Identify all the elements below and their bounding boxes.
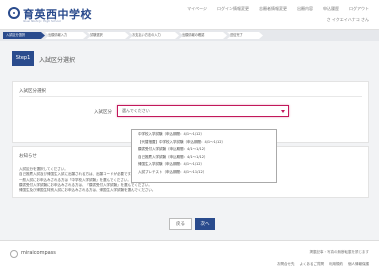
step-title-bar: Step1 入試区分選択: [12, 51, 350, 66]
chevron-down-icon: [281, 110, 285, 113]
nav-mypage[interactable]: マイページ: [187, 6, 207, 12]
divider: [19, 96, 362, 97]
notice-line: 帰国生及び帰国生特別入試にお申込みされる方は、帰国生入学試験を選んでください。: [19, 188, 156, 193]
dropdown-option[interactable]: 【代替措置】中学校入学試験（申込期間：4/1〜1/12）: [132, 139, 276, 147]
footer: miraicompass 掲載記事・写真の無断転載を禁じます お問合せ先 よくあ…: [0, 240, 379, 273]
step-complete: 送信完了: [227, 32, 263, 39]
step-info-entry: 出願情報入力: [45, 32, 87, 39]
footer-link-privacy[interactable]: 個人情報保護: [348, 262, 369, 267]
section-heading: 入試区分選択: [19, 89, 46, 94]
top-nav: マイページ ログイン情報変更 志願者情報変更 出願内容 申込履歴 ログアウト: [187, 6, 369, 12]
select-value: 選んでください: [122, 108, 150, 113]
footer-link-terms[interactable]: 利用規約: [329, 262, 343, 267]
nav-history[interactable]: 申込履歴: [323, 6, 339, 12]
category-dropdown-list: 中学校入学試験（申込期間：4/1〜1/12） 【代替措置】中学校入学試験（申込期…: [131, 129, 277, 183]
step-payment: お支払い方法の入力: [129, 32, 179, 39]
page-title: 入試区分選択: [39, 57, 76, 64]
footer-link-contact[interactable]: お問合せ先: [277, 262, 295, 267]
miraicompass-logo-icon: [10, 250, 18, 258]
notice-heading: お知らせ: [19, 154, 37, 159]
nav-application[interactable]: 出願内容: [297, 6, 313, 12]
dropdown-option[interactable]: 入試プレテスト（申込期間：4/1〜11/12）: [132, 169, 276, 177]
school-logo-icon: [8, 7, 20, 19]
dropdown-option[interactable]: 帰国生入学試験（申込期間：4/1〜1/12）: [132, 161, 276, 169]
footer-brand: miraicompass: [21, 250, 56, 256]
school-subtitle: Ikuei Nishi Jr. High School: [23, 19, 61, 23]
nav-logout[interactable]: ログアウト: [349, 6, 369, 12]
category-select[interactable]: 選んでください: [117, 105, 289, 117]
next-button[interactable]: 次へ: [195, 218, 215, 230]
step-select-category: 入試区分選択: [3, 32, 45, 39]
user-name: さ イクエイハナコ さん: [326, 17, 369, 22]
dropdown-option[interactable]: 願書受付入学試験（申込期間：4/1〜1/12）: [132, 146, 276, 154]
nav-login-info[interactable]: ログイン情報変更: [217, 6, 249, 12]
header: 育英西中学校 Ikuei Nishi Jr. High School マイページ…: [0, 0, 379, 30]
dropdown-option[interactable]: 自己推薦入学試験（申込期間：4/1〜1/12）: [132, 154, 276, 162]
step-exam-select: 試験選択: [87, 32, 129, 39]
footer-copyright: 掲載記事・写真の無断転載を禁じます: [309, 250, 370, 254]
step-progress: 入試区分選択 出願情報入力 試験選択 お支払い方法の入力 出願情報の確認 送信完…: [0, 30, 379, 41]
nav-applicant-info[interactable]: 志願者情報変更: [259, 6, 287, 12]
step-confirm: 出願情報の確認: [179, 32, 227, 39]
step-badge: Step1: [12, 51, 34, 66]
dropdown-option[interactable]: 中学校入学試験（申込期間：4/1〜1/12）: [132, 131, 276, 139]
footer-link-faq[interactable]: よくあるご質問: [300, 262, 325, 267]
field-label: 入試区分: [94, 110, 112, 115]
footer-links: お問合せ先 よくあるご質問 利用規約 個人情報保護: [277, 262, 369, 267]
back-button[interactable]: 戻る: [169, 218, 192, 230]
